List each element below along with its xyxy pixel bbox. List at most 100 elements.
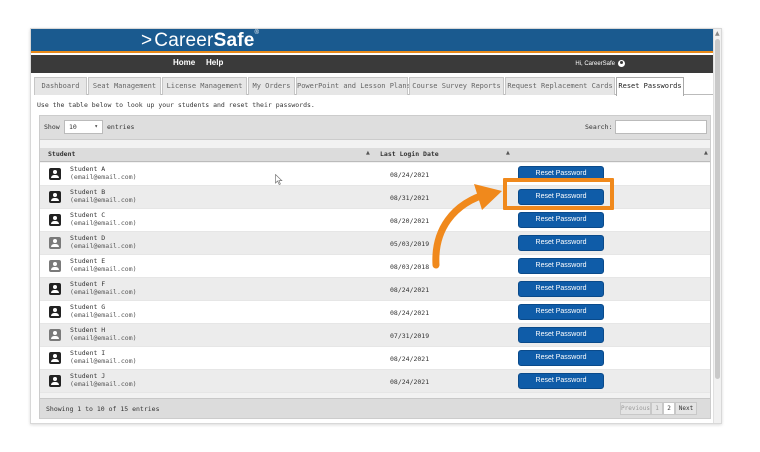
column-header-student[interactable]: Student <box>48 150 75 158</box>
logo-safe-text: Safe <box>213 30 255 51</box>
greeting-text: Hi, CareerSafe <box>575 61 615 68</box>
student-email: (email@email.com) <box>70 288 137 296</box>
table-row: Student D (email@email.com) 05/03/2019 R… <box>40 232 710 255</box>
student-name: Student A <box>70 165 106 173</box>
students-table-panel: Show 10 ▾ entries Search: Student ▲ Last … <box>39 115 711 419</box>
student-avatar-icon <box>49 375 61 387</box>
student-avatar-icon <box>49 329 61 341</box>
entries-label: entries <box>107 123 135 131</box>
table-row: Student G (email@email.com) 08/24/2021 R… <box>40 301 710 324</box>
curved-arrow-annotation <box>432 184 502 269</box>
mouse-cursor-icon <box>275 174 283 185</box>
table-footer: Showing 1 to 10 of 15 entries Previous 1… <box>40 398 710 418</box>
scrollbar-thumb[interactable] <box>715 39 720 379</box>
student-email: (email@email.com) <box>70 357 137 365</box>
pagination-next[interactable]: Next <box>675 402 697 415</box>
student-avatar-icon <box>49 260 61 272</box>
student-avatar-icon <box>49 306 61 318</box>
column-header-last-login[interactable]: Last Login Date <box>380 150 439 158</box>
user-circle-icon <box>618 60 625 67</box>
last-login-date: 08/24/2021 <box>390 309 430 317</box>
last-login-date: 08/24/2021 <box>390 378 430 386</box>
student-email: (email@email.com) <box>70 311 137 319</box>
student-avatar-icon <box>49 237 61 249</box>
last-login-date: 08/24/2021 <box>390 286 430 294</box>
pagination-previous[interactable]: Previous <box>620 402 651 415</box>
reset-password-button[interactable]: Reset Password <box>518 304 604 320</box>
table-row: Student F (email@email.com) 08/24/2021 R… <box>40 278 710 301</box>
highlight-box-annotation <box>503 178 614 210</box>
app-window: > CareerSafe® Home Help Hi, CareerSafe Da… <box>30 28 722 424</box>
intro-text: Use the table below to look up your stud… <box>37 101 315 109</box>
entries-select-value: 10 <box>69 123 77 131</box>
student-avatar-icon <box>49 191 61 203</box>
student-avatar-icon <box>49 168 61 180</box>
tab-request-replacement-cards[interactable]: Request Replacement Cards <box>505 77 615 95</box>
student-name: Student D <box>70 234 106 242</box>
tab-course-survey-reports[interactable]: Course Survey Reports <box>409 77 504 95</box>
tab-bar: Dashboard Seat Management License Manage… <box>34 77 720 96</box>
vertical-scrollbar[interactable]: ▲ <box>713 29 721 423</box>
reset-password-button[interactable]: Reset Password <box>518 212 604 228</box>
tab-powerpoint-lesson-plans[interactable]: PowerPoint and Lesson Plans <box>296 77 411 95</box>
student-email: (email@email.com) <box>70 219 137 227</box>
chevron-down-icon: ▾ <box>94 123 98 130</box>
tab-my-orders[interactable]: My Orders <box>248 77 295 95</box>
pagination-page-2[interactable]: 2 <box>663 402 675 415</box>
reset-password-button[interactable]: Reset Password <box>518 258 604 274</box>
logo-chevron: > <box>141 30 153 51</box>
show-label: Show <box>44 123 60 131</box>
student-email: (email@email.com) <box>70 196 137 204</box>
nav-home-link[interactable]: Home <box>173 58 195 67</box>
reset-password-button[interactable]: Reset Password <box>518 373 604 389</box>
reset-password-button[interactable]: Reset Password <box>518 327 604 343</box>
pagination-page-1[interactable]: 1 <box>651 402 663 415</box>
logo-trademark: ® <box>254 30 260 36</box>
reset-password-button[interactable]: Reset Password <box>518 235 604 251</box>
table-row: Student C (email@email.com) 08/20/2021 R… <box>40 209 710 232</box>
reset-password-button[interactable]: Reset Password <box>518 281 604 297</box>
table-row: Student E (email@email.com) 08/03/2018 R… <box>40 255 710 278</box>
student-name: Student F <box>70 280 106 288</box>
search-input[interactable] <box>615 120 707 134</box>
student-name: Student H <box>70 326 106 334</box>
top-nav: Home Help Hi, CareerSafe <box>31 55 715 73</box>
student-email: (email@email.com) <box>70 242 137 250</box>
brand-header: > CareerSafe® <box>31 29 715 53</box>
student-email: (email@email.com) <box>70 334 137 342</box>
user-greeting[interactable]: Hi, CareerSafe <box>575 60 625 67</box>
tab-license-management[interactable]: License Management <box>162 77 247 95</box>
search-label: Search: <box>585 123 613 131</box>
logo-career-text: Career <box>154 30 214 51</box>
entries-per-page-select[interactable]: 10 ▾ <box>64 120 103 134</box>
last-login-date: 07/31/2019 <box>390 332 430 340</box>
student-name: Student I <box>70 349 106 357</box>
student-name: Student E <box>70 257 106 265</box>
entries-info: Showing 1 to 10 of 15 entries <box>46 405 160 413</box>
table-row: Student J (email@email.com) 08/24/2021 R… <box>40 370 710 393</box>
student-email: (email@email.com) <box>70 265 137 273</box>
last-login-date: 08/24/2021 <box>390 171 430 179</box>
student-avatar-icon <box>49 352 61 364</box>
careersafe-logo[interactable]: > CareerSafe® <box>141 30 259 52</box>
student-name: Student B <box>70 188 106 196</box>
tab-reset-passwords[interactable]: Reset Passwords <box>616 77 684 96</box>
student-name: Student J <box>70 372 106 380</box>
sort-caret-icon[interactable]: ▲ <box>704 150 708 156</box>
student-name: Student G <box>70 303 106 311</box>
sort-caret-icon[interactable]: ▲ <box>366 150 370 156</box>
student-email: (email@email.com) <box>70 173 137 181</box>
student-avatar-icon <box>49 283 61 295</box>
table-header: Student ▲ Last Login Date ▲ ▲ <box>40 148 710 162</box>
sort-caret-icon[interactable]: ▲ <box>506 150 510 156</box>
scroll-up-icon[interactable]: ▲ <box>715 30 720 37</box>
tab-seat-management[interactable]: Seat Management <box>88 77 161 95</box>
reset-password-button[interactable]: Reset Password <box>518 350 604 366</box>
student-name: Student C <box>70 211 106 219</box>
student-email: (email@email.com) <box>70 380 137 388</box>
nav-help-link[interactable]: Help <box>206 58 223 67</box>
table-row: Student H (email@email.com) 07/31/2019 R… <box>40 324 710 347</box>
table-row: Student I (email@email.com) 08/24/2021 R… <box>40 347 710 370</box>
tab-dashboard[interactable]: Dashboard <box>34 77 87 95</box>
table-controls: Show 10 ▾ entries Search: <box>40 116 710 140</box>
